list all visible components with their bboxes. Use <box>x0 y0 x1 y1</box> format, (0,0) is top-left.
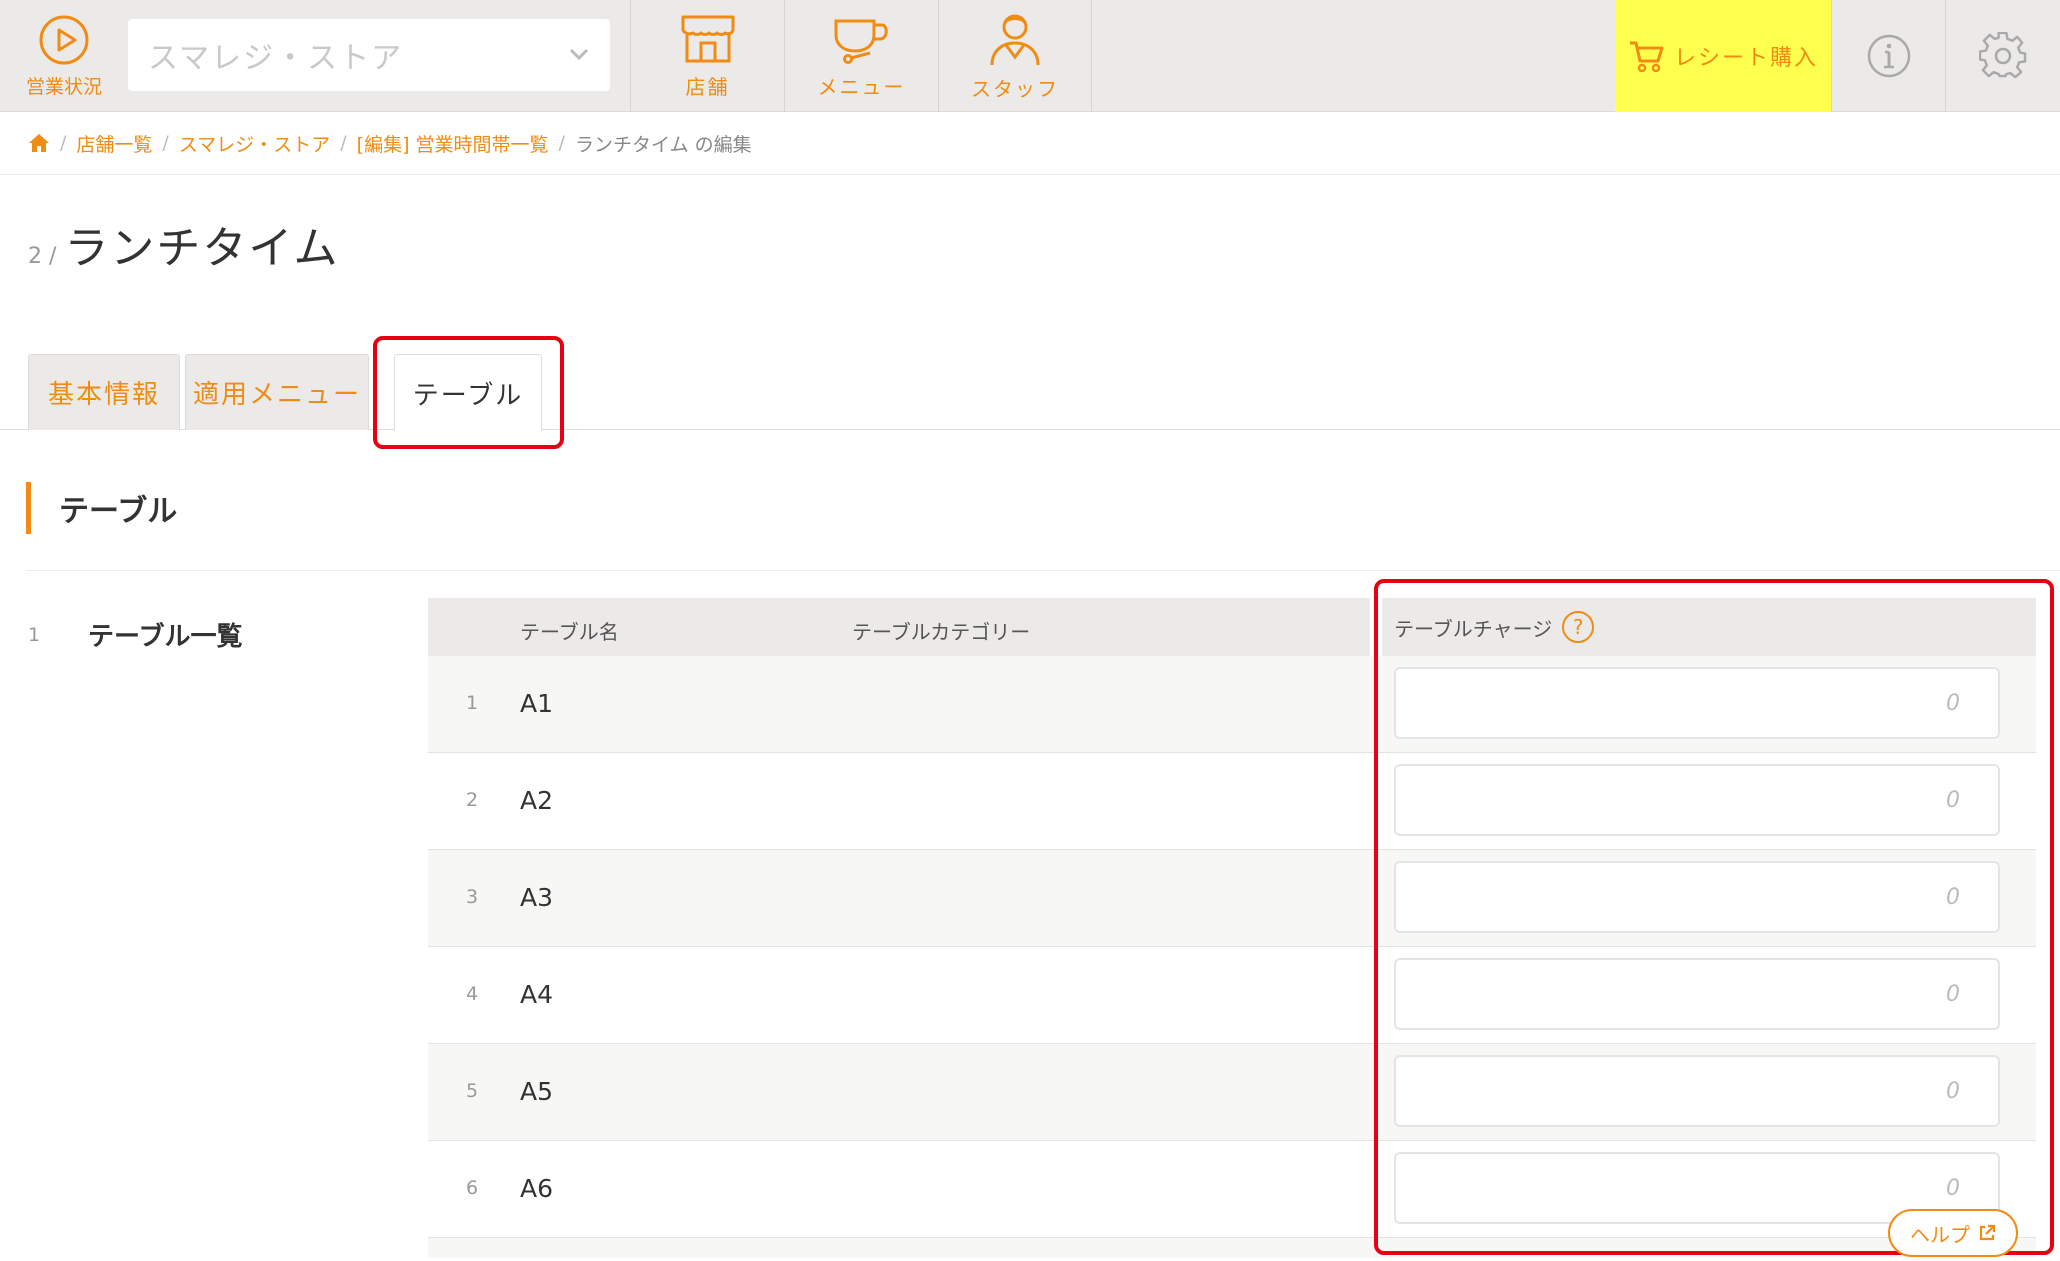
breadcrumb-divider <box>0 174 2060 175</box>
page-title-text: ランチタイム <box>64 223 340 274</box>
row-index: 2 <box>466 789 479 811</box>
form-row-number: 1 <box>28 623 41 646</box>
page-title-number: 2 / <box>28 244 57 269</box>
nav-item-staff[interactable]: スタッフ <box>938 0 1092 112</box>
breadcrumb-store-list[interactable]: 店舗一覧 <box>76 130 152 157</box>
row-index: 3 <box>466 886 479 908</box>
info-button[interactable] <box>1831 0 1945 112</box>
external-link-icon <box>1979 1224 1996 1241</box>
charge-column-highlight-box <box>1374 579 2054 1255</box>
section-divider <box>26 570 2060 571</box>
gear-icon <box>1978 32 2026 79</box>
row-table-name: A2 <box>520 786 554 815</box>
cart-icon <box>1629 41 1664 73</box>
nav-item-store[interactable]: 店舗 <box>630 0 784 112</box>
form-row-label: 1 テーブル一覧 <box>28 616 242 653</box>
store-select-value: スマレジ・ストア <box>148 41 404 76</box>
table-header-main: テーブル名 テーブルカテゴリー <box>428 598 1370 656</box>
row-table-name: A5 <box>520 1077 554 1106</box>
nav-item-label: スタッフ <box>971 76 1059 101</box>
receipt-purchase-label: レシート購入 <box>1673 46 1818 71</box>
help-button-label: ヘルプ <box>1910 1222 1970 1247</box>
nav-item-label: メニュー <box>817 74 906 99</box>
settings-button[interactable] <box>1945 0 2059 112</box>
nav-item-label: 店舗 <box>685 74 730 99</box>
staff-icon <box>990 14 1040 65</box>
row-table-name: A6 <box>520 1174 554 1203</box>
business-status-button[interactable]: 営業状況 <box>0 0 128 112</box>
breadcrumb-business-hours[interactable]: [編集] 営業時間帯一覧 <box>357 130 549 157</box>
breadcrumb-separator: / <box>558 132 565 154</box>
row-table-name: A1 <box>520 689 554 718</box>
row-index: 5 <box>466 1080 479 1102</box>
chevron-down-icon <box>569 48 589 61</box>
store-select[interactable]: スマレジ・ストア <box>128 19 610 91</box>
play-circle-icon <box>39 15 89 64</box>
breadcrumb-separator: / <box>162 132 169 154</box>
header-table-category: テーブルカテゴリー <box>852 620 1031 644</box>
row-index: 1 <box>466 692 479 714</box>
nav-item-menu[interactable]: メニュー <box>784 0 938 112</box>
row-index: 6 <box>466 1177 479 1199</box>
tab-applied-menu[interactable]: 適用メニュー <box>185 354 369 430</box>
top-navigation: 営業状況 スマレジ・ストア 店舗 メニュー スタッフ レシート購入 <box>0 0 2060 112</box>
tab-basic-info[interactable]: 基本情報 <box>28 354 180 430</box>
info-icon <box>1867 34 1910 78</box>
header-table-name: テーブル名 <box>520 620 619 644</box>
tab-highlight-box <box>373 336 564 449</box>
tab-bar: 基本情報 適用メニュー テーブル <box>0 354 2060 431</box>
storefront-icon <box>681 15 734 62</box>
breadcrumb-separator: / <box>60 132 67 154</box>
help-button[interactable]: ヘルプ <box>1888 1209 2018 1257</box>
home-icon[interactable] <box>28 133 50 153</box>
breadcrumb-separator: / <box>340 132 347 154</box>
breadcrumb: / 店舗一覧 / スマレジ・ストア / [編集] 営業時間帯一覧 / ランチタイ… <box>28 128 752 158</box>
row-table-name: A3 <box>520 883 554 912</box>
section-title: テーブル <box>26 482 177 534</box>
form-row-text: テーブル一覧 <box>88 622 243 652</box>
breadcrumb-store[interactable]: スマレジ・ストア <box>179 130 330 157</box>
row-table-name: A4 <box>520 980 554 1009</box>
row-index: 4 <box>466 983 479 1005</box>
business-status-label: 営業状況 <box>25 75 102 98</box>
receipt-purchase-button[interactable]: レシート購入 <box>1615 0 1831 112</box>
breadcrumb-current: ランチタイム の編集 <box>574 133 752 156</box>
teacup-icon <box>834 19 888 64</box>
page-title: 2 / ランチタイム <box>28 212 340 276</box>
